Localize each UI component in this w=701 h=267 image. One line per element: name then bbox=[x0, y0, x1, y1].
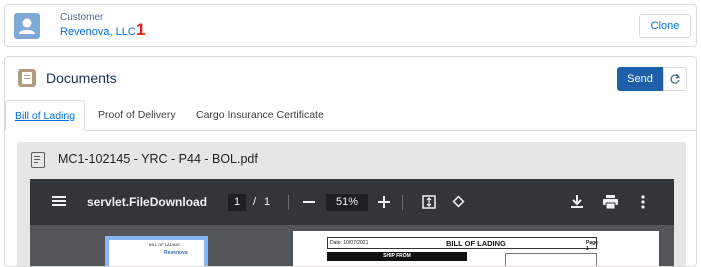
annotation-number: 1 bbox=[136, 20, 146, 39]
documents-card: Documents Send Bill of Lading Proof of D… bbox=[4, 56, 697, 267]
print-icon[interactable] bbox=[603, 195, 618, 211]
tab-proof-of-delivery[interactable]: Proof of Delivery bbox=[98, 100, 176, 131]
bol-page-label: Page 1 bbox=[586, 240, 598, 252]
thumbnail-brand: Revenova bbox=[164, 250, 188, 256]
zoom-level-input[interactable]: 51% bbox=[326, 194, 368, 211]
clone-button[interactable]: Clone bbox=[639, 14, 691, 38]
page-thumbnail[interactable]: BILL OF LADING Revenova bbox=[105, 236, 208, 266]
toolbar-divider bbox=[402, 195, 403, 210]
bol-header: Date: 10/07/2021 BILL OF LADING Page 1 bbox=[327, 237, 598, 252]
customer-label: Customer bbox=[60, 12, 104, 23]
toolbar-divider bbox=[288, 195, 289, 210]
more-vert-icon[interactable] bbox=[641, 195, 645, 211]
documents-title: Documents bbox=[46, 70, 117, 86]
customer-card: Customer Revenova, LLC 1 Clone bbox=[4, 4, 697, 47]
customer-name-link[interactable]: Revenova, LLC bbox=[60, 26, 136, 38]
pdf-document-name: servlet.FileDownload bbox=[87, 195, 208, 209]
document-tabs: Bill of Lading Proof of Delivery Cargo I… bbox=[5, 100, 696, 131]
bol-date: Date: 10/07/2021 bbox=[330, 240, 369, 246]
zoom-out-icon[interactable] bbox=[303, 195, 315, 211]
refresh-icon[interactable] bbox=[663, 67, 687, 91]
ship-from-header: SHIP FROM bbox=[327, 252, 467, 261]
send-button[interactable]: Send bbox=[617, 67, 663, 91]
zoom-in-icon[interactable] bbox=[378, 195, 390, 211]
rotate-icon[interactable] bbox=[451, 194, 466, 211]
pdf-toolbar: servlet.FileDownload 1 / 1 51% bbox=[30, 179, 674, 225]
page-number-input[interactable]: 1 bbox=[228, 194, 246, 211]
total-pages: 1 bbox=[264, 196, 271, 208]
page-separator: / bbox=[253, 196, 257, 208]
bol-info-box bbox=[505, 253, 597, 266]
pdf-page: Date: 10/07/2021 BILL OF LADING Page 1 S… bbox=[293, 231, 659, 266]
document-icon bbox=[18, 69, 36, 87]
tab-cargo-insurance-certificate[interactable]: Cargo Insurance Certificate bbox=[196, 100, 324, 131]
file-title: MC1-102145 - YRC - P44 - BOL.pdf bbox=[58, 152, 258, 166]
pdf-viewer[interactable]: servlet.FileDownload 1 / 1 51% BILL OF L… bbox=[30, 179, 674, 266]
fit-page-icon[interactable] bbox=[422, 195, 436, 211]
file-edit-icon bbox=[31, 152, 45, 168]
download-icon[interactable] bbox=[571, 195, 583, 211]
thumbnail-page: BILL OF LADING Revenova bbox=[109, 240, 204, 266]
document-viewer: MC1-102145 - YRC - P44 - BOL.pdf servlet… bbox=[17, 142, 686, 266]
contact-avatar-icon bbox=[14, 13, 40, 39]
menu-icon[interactable] bbox=[52, 195, 66, 209]
bol-title: BILL OF LADING bbox=[446, 239, 506, 248]
thumbnail-title: BILL OF LADING bbox=[149, 242, 180, 247]
tab-bill-of-lading[interactable]: Bill of Lading bbox=[5, 100, 85, 131]
